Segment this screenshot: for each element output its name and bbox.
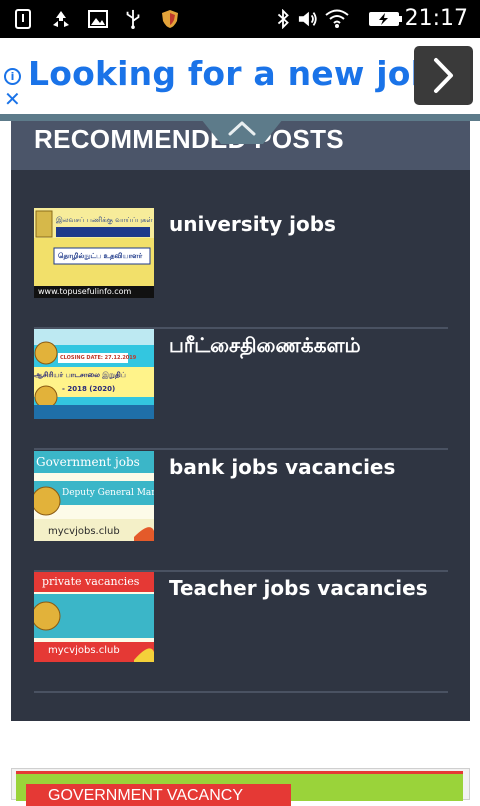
volume-icon	[298, 11, 317, 27]
post-title[interactable]: bank jobs vacancies	[169, 455, 395, 479]
thumb-mid-text: தொழில்நுட்ப உதவியாளர்	[58, 252, 143, 260]
post-thumbnail[interactable]: private vacancies mycvjobs.club	[34, 572, 154, 662]
thumb-role: Deputy General Man	[62, 488, 154, 498]
recycle-icon	[53, 11, 69, 27]
government-vacancy-card[interactable]: GOVERNMENT VACANCY	[16, 771, 463, 806]
thumb-site: mycvjobs.club	[48, 526, 120, 537]
post-item-bank-jobs[interactable]: Government jobs Deputy General Man mycvj…	[34, 451, 448, 572]
thumb-line2: - 2018 (2020)	[62, 385, 116, 393]
recommended-title: RECOMMENDED POSTS	[34, 124, 344, 154]
image-icon	[88, 10, 108, 28]
status-bar: 21:17	[0, 0, 480, 38]
thumb-line1: ஆசிரியர் பாடசாலை இறுதிப்	[34, 371, 126, 379]
government-vacancy-label: GOVERNMENT VACANCY	[48, 787, 243, 804]
ad-headline[interactable]: Looking for a new job?	[28, 54, 454, 93]
post-item-teacher-jobs[interactable]: private vacancies mycvjobs.club Teacher …	[34, 572, 448, 693]
thumb-header: private vacancies	[42, 575, 140, 588]
thumb-top-text: இலவசப் பணிக்கு வாய்ப்புகள்	[56, 216, 153, 224]
thumb-header: Government jobs	[36, 455, 140, 469]
ad-banner[interactable]: i ✕ Looking for a new job?	[0, 38, 480, 114]
post-thumbnail[interactable]: Government jobs Deputy General Man mycvj…	[34, 451, 154, 541]
post-title[interactable]: Teacher jobs vacancies	[169, 576, 428, 600]
ad-info-icon[interactable]: i	[4, 68, 21, 85]
notification-icon	[15, 9, 31, 29]
next-widget: GOVERNMENT VACANCY	[11, 768, 470, 806]
thumb-closing-date: CLOSING DATE: 27.12.2019	[60, 355, 137, 361]
scroll-up-tab[interactable]	[197, 114, 287, 144]
post-thumbnail[interactable]: CLOSING DATE: 27.12.2019 ஆசிரியர் பாடசால…	[34, 329, 154, 419]
post-thumbnail[interactable]: இலவசப் பணிக்கு வாய்ப்புகள் தொழில்நுட்ப உ…	[34, 208, 154, 298]
usb-icon	[126, 9, 140, 29]
shield-app-icon	[162, 10, 178, 28]
thumb-url: www.topusefulinfo.com	[38, 287, 132, 296]
wifi-icon	[325, 9, 349, 28]
thumb-site: mycvjobs.club	[48, 645, 120, 656]
recommended-list: இலவசப் பணிக்கு வாய்ப்புகள் தொழில்நுட்ப உ…	[11, 170, 470, 721]
post-title[interactable]: பரீட்சைதிணைக்களம்	[169, 333, 361, 360]
post-item-university-jobs[interactable]: இலவசப் பணிக்கு வாய்ப்புகள் தொழில்நுட்ப உ…	[34, 208, 448, 329]
post-item-exam-department[interactable]: CLOSING DATE: 27.12.2019 ஆசிரியர் பாடசால…	[34, 329, 448, 450]
chevron-right-icon	[434, 58, 453, 93]
battery-charging-icon	[369, 12, 402, 26]
ad-close-icon[interactable]: ✕	[4, 89, 22, 109]
post-title[interactable]: university jobs	[169, 212, 336, 236]
ad-open-button[interactable]	[414, 46, 473, 105]
government-vacancy-tag[interactable]: GOVERNMENT VACANCY	[26, 784, 291, 806]
clock-time: 21:17	[404, 6, 468, 31]
bluetooth-icon	[277, 9, 289, 29]
